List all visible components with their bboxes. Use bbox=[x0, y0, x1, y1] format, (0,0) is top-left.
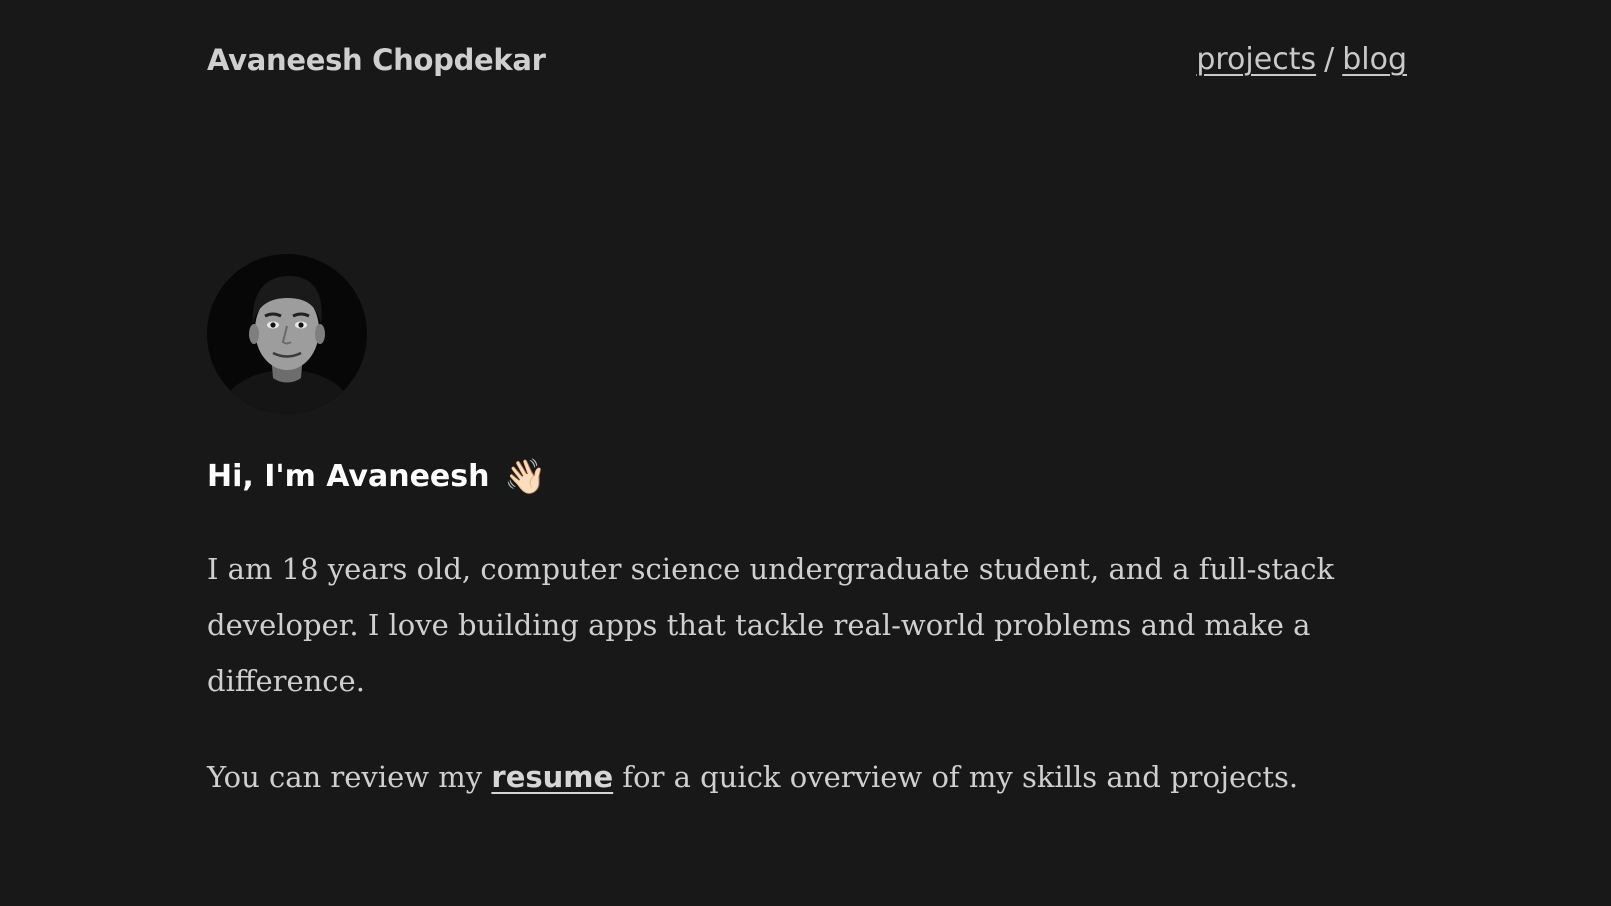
bio-paragraph: I am 18 years old, computer science unde… bbox=[207, 552, 1335, 698]
waving-hand-icon: 👋🏻 bbox=[503, 457, 547, 497]
nav-link-blog[interactable]: blog bbox=[1342, 42, 1407, 77]
avatar-portrait bbox=[207, 254, 367, 414]
resume-paragraph: You can review my resume for a quick ove… bbox=[207, 749, 1457, 805]
greeting-heading: Hi, I'm Avaneesh 👋🏻 bbox=[207, 452, 546, 502]
site-header: Avaneesh Chopdekar projects / blog bbox=[0, 0, 1611, 124]
resume-link[interactable]: resume bbox=[491, 760, 613, 794]
nav-link-projects[interactable]: projects bbox=[1196, 42, 1316, 77]
resume-prefix-text: You can review my bbox=[207, 760, 492, 794]
nav-separator: / bbox=[1324, 42, 1335, 77]
greeting-text: Hi, I'm Avaneesh bbox=[207, 459, 490, 494]
avatar bbox=[207, 254, 367, 414]
resume-suffix-text: for a quick overview of my skills and pr… bbox=[613, 760, 1299, 794]
main-nav: projects / blog bbox=[1196, 40, 1407, 80]
site-title[interactable]: Avaneesh Chopdekar bbox=[207, 40, 546, 80]
